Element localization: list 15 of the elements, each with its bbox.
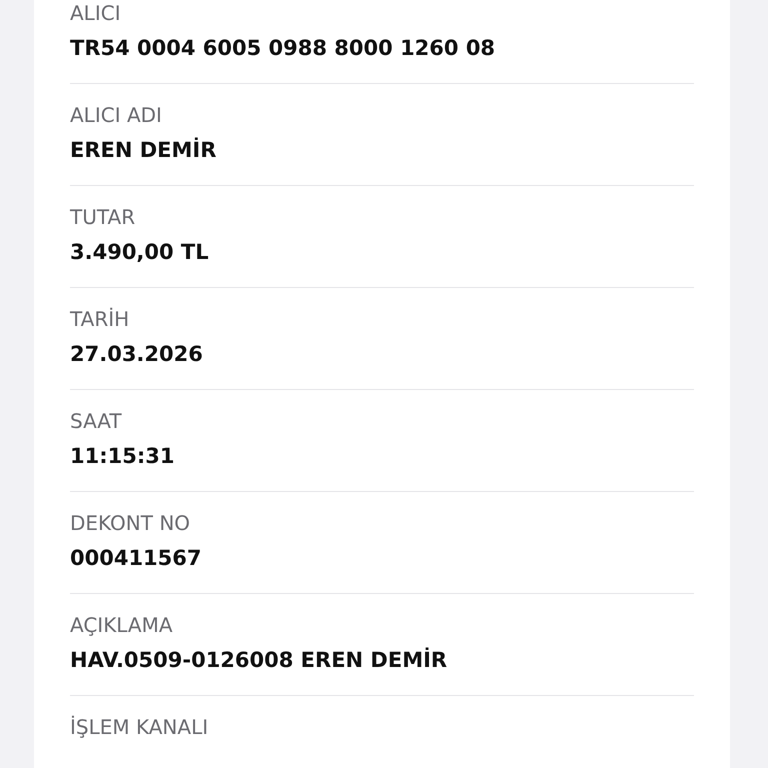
field-value: 27.03.2026	[70, 341, 204, 368]
field-label: İŞLEM KANALI	[70, 714, 210, 740]
field-label: AÇIKLAMA	[70, 612, 174, 638]
field-label: TARİH	[70, 306, 130, 332]
field-label: DEKONT NO	[70, 510, 192, 536]
field-label: SAAT	[70, 408, 123, 434]
field-value: 3.490,00 TL	[70, 239, 210, 266]
field-value: EREN DEMİR	[70, 136, 218, 164]
field-value: TR54 0004 6005 0988 8000 1260 08	[70, 35, 496, 62]
field-label: ALICI ADI	[70, 102, 163, 128]
field-label: TUTAR	[70, 204, 136, 230]
field-value: 11:15:31	[70, 443, 176, 470]
field-label: ALICI	[70, 0, 122, 26]
field-value: HAV.0509-0126008 EREN DEMİR	[70, 646, 448, 674]
field-value: 000411567	[70, 545, 203, 572]
